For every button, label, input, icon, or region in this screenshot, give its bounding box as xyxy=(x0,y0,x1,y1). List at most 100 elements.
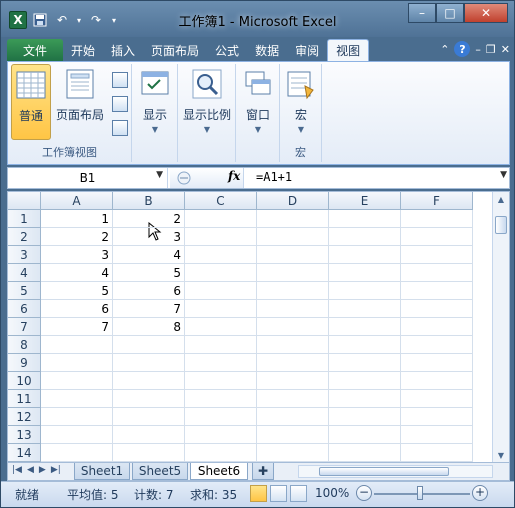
cell-A9[interactable] xyxy=(41,354,113,372)
cell-D1[interactable] xyxy=(257,210,329,228)
cell-E9[interactable] xyxy=(329,354,401,372)
cell-F11[interactable] xyxy=(401,390,473,408)
tab-view[interactable]: 视图 xyxy=(327,39,370,61)
row-header[interactable]: 1 xyxy=(8,210,41,228)
cell-C3[interactable] xyxy=(185,246,257,264)
cell-A5[interactable]: 5 xyxy=(41,282,113,300)
cell-C4[interactable] xyxy=(185,264,257,282)
row-header[interactable]: 7 xyxy=(8,318,41,336)
cell-B11[interactable] xyxy=(113,390,185,408)
help-icon[interactable]: ? xyxy=(454,41,471,57)
macros-button[interactable]: 宏 ▼ xyxy=(283,64,319,140)
cell-B8[interactable] xyxy=(113,336,185,354)
page-break-status-button[interactable] xyxy=(290,485,307,502)
normal-view-status-button[interactable] xyxy=(250,485,267,502)
formula-input[interactable]: =A1+1 xyxy=(256,170,292,184)
cell-E3[interactable] xyxy=(329,246,401,264)
cell-E8[interactable] xyxy=(329,336,401,354)
maximize-button[interactable]: □ xyxy=(436,3,464,23)
cell-C11[interactable] xyxy=(185,390,257,408)
cell-A6[interactable]: 6 xyxy=(41,300,113,318)
row-header[interactable]: 12 xyxy=(8,408,41,426)
row-header[interactable]: 5 xyxy=(8,282,41,300)
tab-page-layout[interactable]: 页面布局 xyxy=(143,39,207,61)
tab-formulas[interactable]: 公式 xyxy=(207,39,247,61)
column-header[interactable]: F xyxy=(401,192,473,210)
cell-C6[interactable] xyxy=(185,300,257,318)
cell-D7[interactable] xyxy=(257,318,329,336)
cell-B4[interactable]: 5 xyxy=(113,264,185,282)
zoom-button[interactable]: 显示比例 ▼ xyxy=(180,64,234,140)
minimize-ribbon-icon[interactable]: ⌃ xyxy=(440,43,449,56)
cell-F2[interactable] xyxy=(401,228,473,246)
column-header[interactable]: B xyxy=(113,192,185,210)
row-header[interactable]: 3 xyxy=(8,246,41,264)
cell-A8[interactable] xyxy=(41,336,113,354)
cell-B3[interactable]: 4 xyxy=(113,246,185,264)
select-all-corner[interactable] xyxy=(8,192,41,210)
vertical-scrollbar[interactable]: ▲ ▼ xyxy=(492,192,509,462)
cell-E7[interactable] xyxy=(329,318,401,336)
sheet-tab-sheet5[interactable]: Sheet5 xyxy=(132,463,188,480)
row-header[interactable]: 11 xyxy=(8,390,41,408)
cell-E6[interactable] xyxy=(329,300,401,318)
cell-F5[interactable] xyxy=(401,282,473,300)
cell-D11[interactable] xyxy=(257,390,329,408)
sheet-tab-sheet1[interactable]: Sheet1 xyxy=(74,463,130,480)
close-button[interactable]: ✕ xyxy=(464,3,508,23)
cell-A12[interactable] xyxy=(41,408,113,426)
normal-view-button[interactable]: 普通 xyxy=(11,64,51,140)
prev-sheet-icon[interactable]: ◀ xyxy=(27,465,34,475)
first-sheet-icon[interactable]: |◀ xyxy=(12,465,22,475)
name-box[interactable]: B1 ▼ xyxy=(8,168,168,188)
cell-B7[interactable]: 8 xyxy=(113,318,185,336)
cell-B2[interactable]: 3 xyxy=(113,228,185,246)
cell-F13[interactable] xyxy=(401,426,473,444)
column-header[interactable]: D xyxy=(257,192,329,210)
cell-D13[interactable] xyxy=(257,426,329,444)
cell-E1[interactable] xyxy=(329,210,401,228)
row-header[interactable]: 13 xyxy=(8,426,41,444)
cell-F1[interactable] xyxy=(401,210,473,228)
vertical-scroll-thumb[interactable] xyxy=(495,216,507,234)
cell-F3[interactable] xyxy=(401,246,473,264)
cell-A4[interactable]: 4 xyxy=(41,264,113,282)
cell-A10[interactable] xyxy=(41,372,113,390)
expand-formula-bar-icon[interactable]: ▼ xyxy=(500,170,507,180)
cell-F12[interactable] xyxy=(401,408,473,426)
last-sheet-icon[interactable]: ▶| xyxy=(51,465,61,475)
next-sheet-icon[interactable]: ▶ xyxy=(39,465,46,475)
row-header[interactable]: 14 xyxy=(8,444,41,462)
cell-C8[interactable] xyxy=(185,336,257,354)
doc-restore-icon[interactable]: ❐ xyxy=(486,43,496,56)
insert-sheet-icon[interactable]: ✚ xyxy=(252,463,274,480)
scroll-down-icon[interactable]: ▼ xyxy=(495,450,507,462)
cell-C12[interactable] xyxy=(185,408,257,426)
cell-F6[interactable] xyxy=(401,300,473,318)
zoom-level[interactable]: 100% xyxy=(315,486,349,500)
row-header[interactable]: 2 xyxy=(8,228,41,246)
horizontal-scrollbar[interactable] xyxy=(298,465,493,478)
cell-C9[interactable] xyxy=(185,354,257,372)
cell-D4[interactable] xyxy=(257,264,329,282)
cell-A13[interactable] xyxy=(41,426,113,444)
cell-C10[interactable] xyxy=(185,372,257,390)
page-layout-view-button[interactable]: 页面布局 xyxy=(54,64,106,140)
tab-file[interactable]: 文件 xyxy=(7,39,63,61)
cell-E14[interactable] xyxy=(329,444,401,462)
cell-A1[interactable]: 1 xyxy=(41,210,113,228)
cell-E4[interactable] xyxy=(329,264,401,282)
cell-B6[interactable]: 7 xyxy=(113,300,185,318)
row-header[interactable]: 8 xyxy=(8,336,41,354)
cell-D6[interactable] xyxy=(257,300,329,318)
cell-B14[interactable] xyxy=(113,444,185,462)
minimize-button[interactable]: – xyxy=(408,3,436,23)
page-break-preview-icon[interactable] xyxy=(112,72,128,88)
cell-D12[interactable] xyxy=(257,408,329,426)
collapse-handle-icon[interactable] xyxy=(174,168,194,188)
cell-E13[interactable] xyxy=(329,426,401,444)
cell-B10[interactable] xyxy=(113,372,185,390)
cell-B5[interactable]: 6 xyxy=(113,282,185,300)
cell-B13[interactable] xyxy=(113,426,185,444)
sheet-tab-sheet6[interactable]: Sheet6 xyxy=(190,463,248,480)
